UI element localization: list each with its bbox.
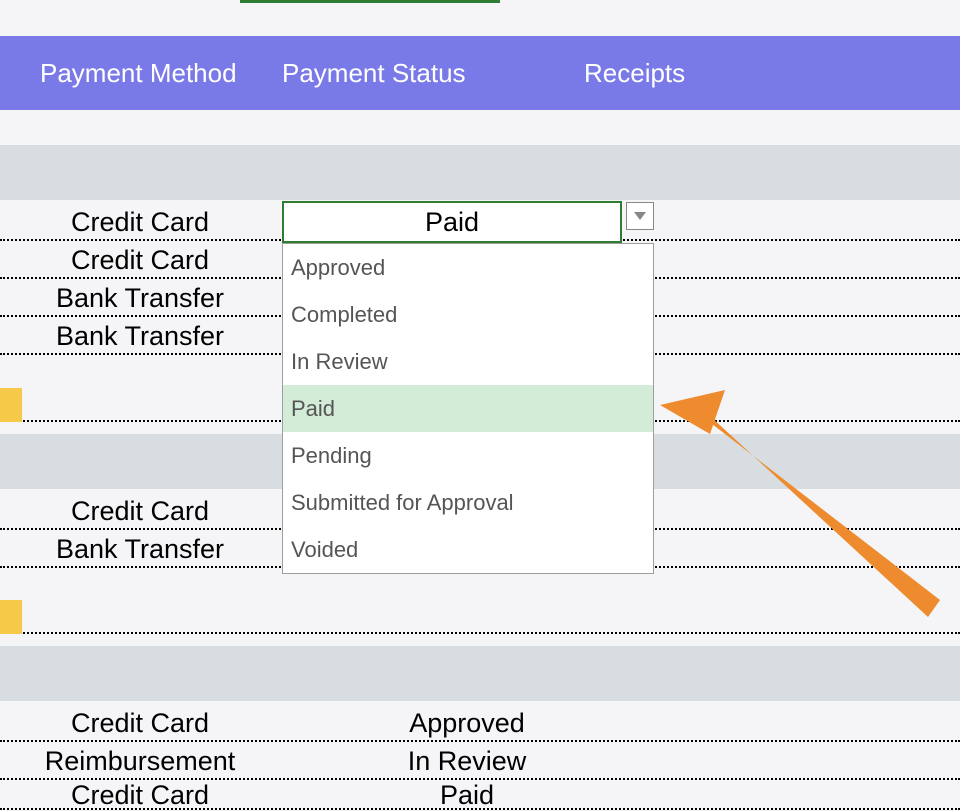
cell-payment-method: Credit Card bbox=[0, 207, 280, 238]
table-row: Reimbursement In Review bbox=[0, 742, 960, 780]
cell-payment-method: Bank Transfer bbox=[0, 534, 280, 565]
cell-payment-method: Credit Card bbox=[0, 496, 280, 527]
dropdown-option[interactable]: In Review bbox=[283, 338, 653, 385]
header-payment-status: Payment Status bbox=[280, 36, 584, 110]
table-row: Credit Card Paid bbox=[0, 780, 960, 810]
chevron-down-icon bbox=[634, 207, 646, 225]
cell-payment-status[interactable]: Approved bbox=[280, 708, 654, 739]
header-payment-method: Payment Method bbox=[0, 36, 280, 110]
top-green-underline bbox=[240, 0, 500, 3]
group-band bbox=[0, 145, 960, 200]
dropdown-list: Approved Completed In Review Paid Pendin… bbox=[282, 243, 654, 574]
active-dropdown-cell[interactable]: Paid bbox=[282, 201, 622, 243]
cell-payment-method: Bank Transfer bbox=[0, 283, 280, 314]
dropdown-option[interactable]: Paid bbox=[283, 385, 653, 432]
active-cell-value: Paid bbox=[425, 207, 479, 238]
dropdown-option[interactable]: Approved bbox=[283, 244, 653, 291]
dropdown-option[interactable]: Completed bbox=[283, 291, 653, 338]
cell-payment-method: Credit Card bbox=[0, 245, 280, 276]
table-row: Credit Card Approved bbox=[0, 704, 960, 742]
cell-payment-method: Credit Card bbox=[0, 780, 280, 811]
header-receipts: Receipts bbox=[584, 36, 960, 110]
cell-payment-method: Reimbursement bbox=[0, 746, 280, 777]
yellow-marker bbox=[0, 600, 22, 634]
dropdown-option[interactable]: Pending bbox=[283, 432, 653, 479]
dropdown-option[interactable]: Submitted for Approval bbox=[283, 479, 653, 526]
cell-payment-status[interactable]: Paid bbox=[280, 780, 654, 811]
cell-payment-method: Bank Transfer bbox=[0, 321, 280, 352]
dropdown-option[interactable]: Voided bbox=[283, 526, 653, 573]
cell-payment-method: Credit Card bbox=[0, 708, 280, 739]
annotation-arrow-icon bbox=[640, 370, 960, 660]
dropdown-toggle-button[interactable] bbox=[626, 202, 654, 230]
column-header-row: Payment Method Payment Status Receipts bbox=[0, 36, 960, 110]
yellow-marker bbox=[0, 388, 22, 422]
cell-payment-status[interactable]: In Review bbox=[280, 746, 654, 777]
